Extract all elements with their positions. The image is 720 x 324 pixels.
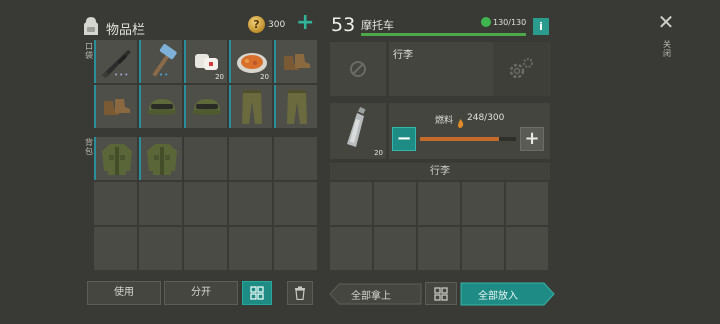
trunk-label: 行李	[393, 50, 413, 61]
trash-button[interactable]	[287, 281, 313, 305]
empty-slot[interactable]	[462, 227, 504, 270]
sort-button[interactable]	[242, 281, 272, 305]
durability-icon	[481, 17, 491, 27]
item-quantity: 20	[260, 73, 269, 81]
inventory-slot[interactable]	[139, 137, 182, 180]
take-all-label: 全部拿上	[351, 291, 391, 302]
empty-slot[interactable]	[274, 182, 317, 225]
bottle-icon	[347, 107, 366, 147]
split-button[interactable]: 分开	[164, 281, 238, 305]
inventory-slot[interactable]	[94, 137, 137, 180]
grid-sort-icon	[250, 286, 264, 300]
backpack-grid	[94, 137, 317, 270]
close-label: 关闭	[663, 40, 671, 58]
fuel-decrease-button[interactable]: −	[392, 127, 416, 151]
empty-slot[interactable]	[330, 182, 372, 225]
storage-grid	[330, 182, 550, 270]
boots-icon	[103, 98, 130, 115]
backpack-label: 背包	[85, 138, 93, 156]
inventory-slot[interactable]: ••	[139, 40, 182, 83]
empty-slot[interactable]	[139, 227, 182, 270]
inventory-slot[interactable]: 20	[184, 40, 227, 83]
empty-slot[interactable]	[418, 227, 460, 270]
item-quantity: 20	[215, 73, 224, 81]
empty-slot[interactable]	[184, 182, 227, 225]
inventory-slot[interactable]	[139, 85, 182, 128]
empty-slot[interactable]	[94, 182, 137, 225]
inventory-slot[interactable]	[274, 40, 317, 83]
bandage-icon	[194, 53, 218, 70]
pockets-label: 口袋	[85, 42, 93, 60]
empty-slot[interactable]	[418, 182, 460, 225]
inventory-slot[interactable]	[229, 85, 272, 128]
inventory-slot[interactable]	[94, 85, 137, 128]
vehicle-name: 摩托车	[361, 19, 394, 32]
inventory-slot[interactable]	[184, 85, 227, 128]
empty-slot[interactable]	[94, 227, 137, 270]
empty-slot[interactable]	[506, 182, 548, 225]
trunk-panel: 行李	[389, 42, 550, 96]
fuel-item-slot[interactable]: 20	[330, 103, 386, 159]
grid-sort-icon	[434, 287, 448, 301]
trunk-slot[interactable]	[330, 42, 386, 96]
engine-slot[interactable]	[493, 42, 549, 96]
food-plate-icon	[236, 52, 267, 73]
use-button[interactable]: 使用	[87, 281, 161, 305]
flame-icon	[457, 113, 464, 128]
empty-slot[interactable]	[184, 137, 227, 180]
put-all-label: 全部放入	[478, 291, 518, 302]
empty-slot[interactable]	[274, 137, 317, 180]
empty-slot[interactable]	[139, 182, 182, 225]
helmet-icon	[146, 98, 177, 115]
fuel-bar-fill	[420, 137, 500, 141]
empty-slot[interactable]	[229, 182, 272, 225]
helmet-icon	[191, 98, 222, 115]
storage-title: 行李	[330, 163, 550, 180]
pants-icon	[241, 89, 262, 124]
empty-slot[interactable]	[229, 137, 272, 180]
blocked-icon	[350, 61, 366, 77]
empty-slot[interactable]	[229, 227, 272, 270]
inventory-slot[interactable]	[274, 85, 317, 128]
gears-icon	[509, 58, 533, 79]
empty-slot[interactable]	[374, 227, 416, 270]
coin-icon: ?	[248, 16, 265, 33]
durability-bar	[361, 33, 526, 36]
condition-dots: ••	[159, 71, 170, 79]
sort-storage-button[interactable]	[425, 282, 457, 305]
inventory-slot[interactable]: •••	[94, 40, 137, 83]
empty-slot[interactable]	[374, 182, 416, 225]
jacket-icon	[146, 143, 177, 175]
info-button[interactable]: i	[533, 18, 549, 35]
trash-icon	[295, 286, 305, 301]
pockets-grid: ••• •• 20 20	[94, 40, 317, 128]
put-all-button[interactable]: 全部放入	[460, 282, 555, 306]
coin-count: 300	[268, 20, 286, 30]
condition-dots: •••	[114, 71, 130, 79]
close-icon[interactable]: ✕	[656, 12, 676, 32]
empty-slot[interactable]	[462, 182, 504, 225]
take-all-button[interactable]: 全部拿上	[329, 283, 422, 305]
empty-slot[interactable]	[184, 227, 227, 270]
item-quantity: 20	[374, 149, 383, 157]
backpack-icon	[82, 16, 100, 36]
inventory-title: 物品栏	[106, 23, 146, 38]
boots-icon	[283, 53, 310, 70]
empty-slot[interactable]	[274, 227, 317, 270]
durability-value: 130/130	[493, 18, 527, 27]
pants-icon	[286, 89, 307, 124]
fuel-value: 248/300	[467, 113, 505, 123]
jacket-icon	[101, 143, 132, 175]
empty-slot[interactable]	[330, 227, 372, 270]
add-coins-button[interactable]: +	[296, 12, 314, 34]
empty-slot[interactable]	[506, 227, 548, 270]
fuel-label: 燃料	[435, 116, 454, 126]
fuel-increase-button[interactable]: +	[520, 127, 544, 151]
vehicle-level: 53	[331, 14, 356, 36]
inventory-slot[interactable]: 20	[229, 40, 272, 83]
